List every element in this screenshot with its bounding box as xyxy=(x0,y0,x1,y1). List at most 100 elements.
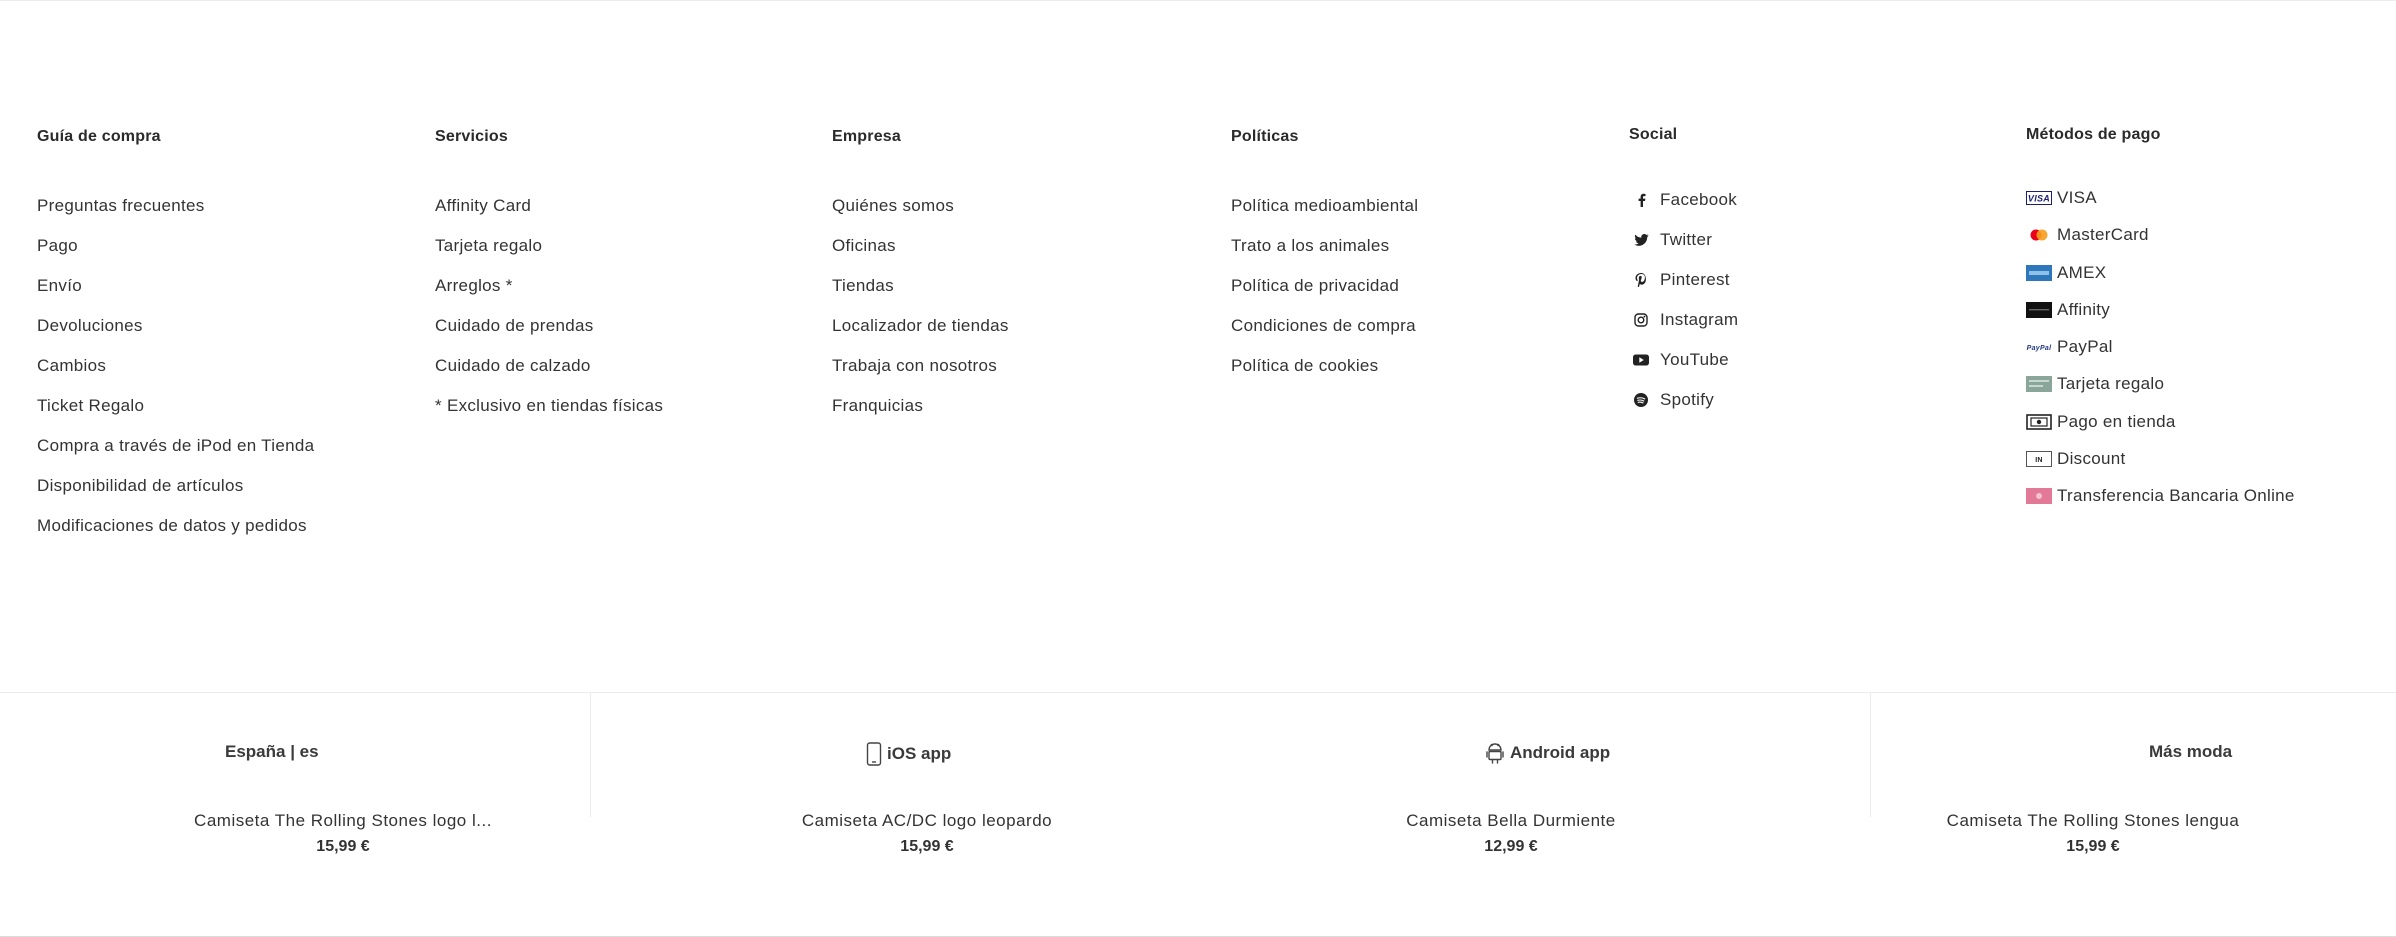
social-link-facebook[interactable]: Facebook xyxy=(1629,190,1738,230)
social-link-youtube[interactable]: YouTube xyxy=(1629,350,1738,390)
footer-link-devoluciones[interactable]: Devoluciones xyxy=(37,316,314,356)
payment-label-mastercard: MasterCard xyxy=(2057,225,2149,245)
product-name: Camiseta The Rolling Stones logo l... xyxy=(194,811,492,830)
column-title-pago: Métodos de pago xyxy=(2026,126,2161,143)
payment-method-transferencia: Transferencia Bancaria Online xyxy=(2026,486,2295,523)
more-fashion-label: Más moda xyxy=(2149,742,2233,761)
footer-link-ticket-regalo[interactable]: Ticket Regalo xyxy=(37,396,314,436)
footer-link-tarjeta-regalo[interactable]: Tarjeta regalo xyxy=(435,236,663,276)
spotify-icon xyxy=(1633,390,1649,410)
product-name: Camiseta AC/DC logo leopardo xyxy=(801,811,1053,830)
payment-label-discount: Discount xyxy=(2057,449,2126,469)
footer-column-empresa: Empresa Quiénes somos Oficinas Tiendas L… xyxy=(832,128,1009,436)
footer-link-cambios[interactable]: Cambios xyxy=(37,356,314,396)
footer-link-cookies[interactable]: Política de cookies xyxy=(1231,356,1418,396)
social-label-twitter: Twitter xyxy=(1660,230,1713,249)
footer-link-animales[interactable]: Trato a los animales xyxy=(1231,236,1418,276)
payment-method-visa: VISA VISA xyxy=(2026,188,2295,225)
footer-link-medioambiental[interactable]: Política medioambiental xyxy=(1231,196,1418,236)
footer-link-envio[interactable]: Envío xyxy=(37,276,314,316)
footer-link-franquicias[interactable]: Franquicias xyxy=(832,396,1009,436)
social-label-instagram: Instagram xyxy=(1660,310,1739,329)
mastercard-icon xyxy=(2026,225,2052,245)
payment-label-pago-en-tienda: Pago en tienda xyxy=(2057,411,2176,431)
payment-method-tarjeta-regalo: Tarjeta regalo xyxy=(2026,374,2295,411)
footer-column-guia: Guía de compra Preguntas frecuentes Pago… xyxy=(37,128,314,556)
product-price: 15,99 € xyxy=(900,838,954,855)
visa-icon: VISA xyxy=(2026,188,2052,208)
column-title-guia: Guía de compra xyxy=(37,128,161,145)
footer-link-privacidad[interactable]: Política de privacidad xyxy=(1231,276,1418,316)
product-price: 15,99 € xyxy=(2066,838,2120,855)
product-price: 12,99 € xyxy=(1484,838,1538,855)
android-app-link[interactable]: Android app xyxy=(1485,742,1610,764)
payment-label-transferencia: Transferencia Bancaria Online xyxy=(2057,486,2295,506)
product-name: Camiseta Bella Durmiente xyxy=(1406,811,1616,830)
column-title-servicios: Servicios xyxy=(435,128,508,145)
footer-link-cuidado-calzado[interactable]: Cuidado de calzado xyxy=(435,356,663,396)
product-price: 15,99 € xyxy=(316,838,370,855)
footer-link-arreglos[interactable]: Arreglos * xyxy=(435,276,663,316)
footer-column-politicas: Políticas Política medioambiental Trato … xyxy=(1231,128,1418,396)
product-card[interactable]: Camiseta AC/DC logo leopardo 15,99 € xyxy=(707,811,1147,857)
twitter-icon xyxy=(1633,230,1649,250)
footer-link-compra-ipod[interactable]: Compra a través de iPod en Tienda xyxy=(37,436,314,476)
product-card[interactable]: Camiseta The Rolling Stones lengua 15,99… xyxy=(1873,811,2313,857)
footer-link-columns: Guía de compra Preguntas frecuentes Pago… xyxy=(0,0,2396,690)
affinity-card-icon xyxy=(2026,300,2052,320)
locale-selector[interactable]: España | es xyxy=(225,742,319,762)
ios-app-link[interactable]: iOS app xyxy=(866,742,951,766)
social-link-instagram[interactable]: Instagram xyxy=(1629,310,1738,350)
footer-link-disponibilidad[interactable]: Disponibilidad de artículos xyxy=(37,476,314,516)
product-name: Camiseta The Rolling Stones lengua xyxy=(1946,811,2240,830)
product-card[interactable]: Camiseta The Rolling Stones logo l... 15… xyxy=(123,811,563,857)
payment-label-paypal: PayPal xyxy=(2057,337,2113,357)
column-title-politicas: Políticas xyxy=(1231,128,1299,145)
footer-link-modificaciones[interactable]: Modificaciones de datos y pedidos xyxy=(37,516,314,556)
payment-label-affinity: Affinity xyxy=(2057,299,2111,319)
android-icon xyxy=(1486,743,1504,764)
social-label-spotify: Spotify xyxy=(1660,390,1715,409)
instagram-icon xyxy=(1633,310,1649,330)
footer-link-preguntas-frecuentes[interactable]: Preguntas frecuentes xyxy=(37,196,314,236)
footer-link-affinity-card[interactable]: Affinity Card xyxy=(435,196,663,236)
footer-column-social: Social Facebook Twitter Pinterest Instag… xyxy=(1629,126,1738,430)
store-payment-icon xyxy=(2026,412,2052,432)
bank-transfer-icon xyxy=(2026,486,2052,506)
footer-bottom-band: España | es iOS app Android app Más moda… xyxy=(0,692,2396,937)
footer-link-quienes-somos[interactable]: Quiénes somos xyxy=(832,196,1009,236)
more-fashion-link[interactable]: Más moda xyxy=(2149,742,2232,762)
footer-link-tiendas[interactable]: Tiendas xyxy=(832,276,1009,316)
svg-text:IN: IN xyxy=(2035,457,2043,464)
discount-icon: IN xyxy=(2026,449,2052,469)
footer-link-pago[interactable]: Pago xyxy=(37,236,314,276)
svg-text:VISA: VISA xyxy=(2028,194,2050,204)
footer-link-condiciones[interactable]: Condiciones de compra xyxy=(1231,316,1418,356)
payment-label-amex: AMEX xyxy=(2057,262,2107,282)
footer-link-localizador[interactable]: Localizador de tiendas xyxy=(832,316,1009,356)
svg-text:PayPal: PayPal xyxy=(2027,345,2052,352)
paypal-icon: PayPal xyxy=(2026,337,2052,357)
social-label-pinterest: Pinterest xyxy=(1660,270,1730,289)
column-title-social: Social xyxy=(1629,126,1678,143)
payment-method-mastercard: MasterCard xyxy=(2026,225,2295,262)
locale-label: España | es xyxy=(225,742,319,761)
ios-app-label: iOS app xyxy=(887,744,952,763)
footer-link-oficinas[interactable]: Oficinas xyxy=(832,236,1009,276)
footer-column-servicios: Servicios Affinity Card Tarjeta regalo A… xyxy=(435,128,663,436)
pinterest-icon xyxy=(1633,270,1649,290)
product-card[interactable]: Camiseta Bella Durmiente 12,99 € xyxy=(1291,811,1731,857)
servicios-footnote: * Exclusivo en tiendas físicas xyxy=(435,396,664,415)
social-link-pinterest[interactable]: Pinterest xyxy=(1629,270,1738,310)
footer-link-cuidado-prendas[interactable]: Cuidado de prendas xyxy=(435,316,663,356)
social-label-facebook: Facebook xyxy=(1660,190,1738,209)
footer-column-pago: Métodos de pago VISA VISA MasterCard AME… xyxy=(2026,126,2295,524)
footer-link-trabaja[interactable]: Trabaja con nosotros xyxy=(832,356,1009,396)
amex-icon xyxy=(2026,263,2052,283)
social-link-spotify[interactable]: Spotify xyxy=(1629,390,1738,430)
payment-label-tarjeta-regalo: Tarjeta regalo xyxy=(2057,374,2165,394)
facebook-icon xyxy=(1633,190,1649,210)
social-link-twitter[interactable]: Twitter xyxy=(1629,230,1738,270)
column-title-empresa: Empresa xyxy=(832,128,901,145)
social-label-youtube: YouTube xyxy=(1660,350,1729,369)
